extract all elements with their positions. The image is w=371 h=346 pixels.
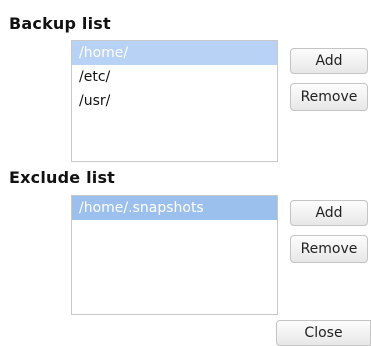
exclude-listbox[interactable]: /home/.snapshots bbox=[71, 195, 278, 315]
close-button[interactable]: Close bbox=[276, 320, 371, 346]
backup-list-item[interactable]: /usr/ bbox=[72, 89, 277, 113]
backup-list-item[interactable]: /etc/ bbox=[72, 65, 277, 89]
backup-list-title: Backup list bbox=[9, 14, 111, 33]
backup-remove-button[interactable]: Remove bbox=[290, 83, 368, 111]
exclude-remove-button[interactable]: Remove bbox=[290, 235, 368, 263]
exclude-list-item[interactable]: /home/.snapshots bbox=[72, 196, 277, 220]
exclude-list-title: Exclude list bbox=[9, 168, 116, 187]
backup-listbox[interactable]: /home/ /etc/ /usr/ bbox=[71, 40, 278, 162]
backup-list-item[interactable]: /home/ bbox=[72, 41, 277, 65]
backup-add-button[interactable]: Add bbox=[290, 48, 368, 74]
exclude-add-button[interactable]: Add bbox=[290, 200, 368, 226]
